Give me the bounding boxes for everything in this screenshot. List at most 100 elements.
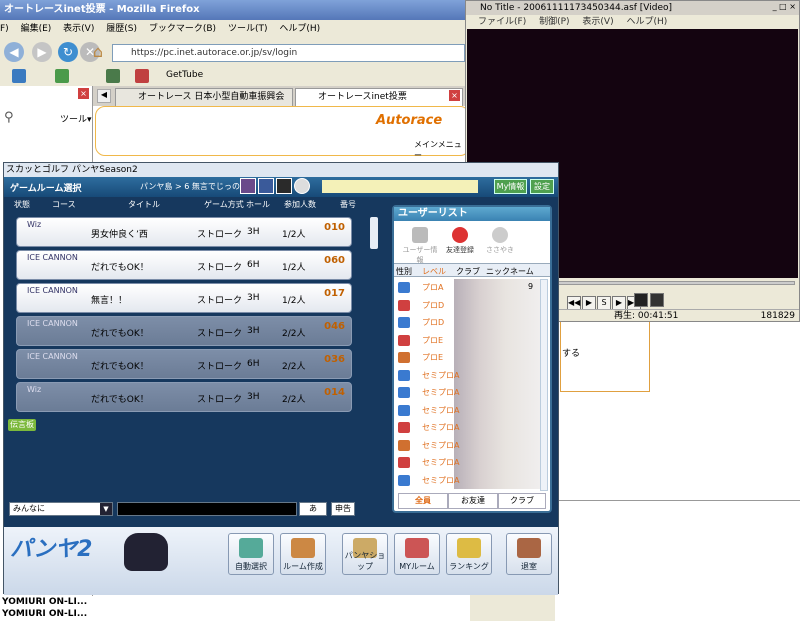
user-row[interactable]: プロA 9 <box>396 279 538 296</box>
column-nickname[interactable]: ニックネーム <box>486 266 534 277</box>
game-title-bar: スカッとゴルフ パンヤSeason2 <box>4 163 558 177</box>
header-course: コース <box>52 200 76 209</box>
search-icon[interactable]: ⚲ <box>4 110 14 125</box>
window-controls-icon[interactable]: _ □ × <box>756 2 796 14</box>
camera-icon[interactable] <box>650 293 664 307</box>
step-icon[interactable]: ▶ <box>612 296 626 310</box>
room-players: 2/2人 <box>282 329 306 339</box>
header-title: タイトル <box>128 200 160 209</box>
chat-target-value: みんなに <box>13 504 45 513</box>
ranking-button[interactable]: ランキング <box>446 533 492 575</box>
menu-history[interactable]: 履歴(S) <box>106 24 137 34</box>
club-icon[interactable] <box>276 178 292 194</box>
bookmark-icon[interactable] <box>135 69 149 83</box>
avatar-icon[interactable] <box>258 178 274 194</box>
menu-tools[interactable]: ツール(T) <box>228 24 268 34</box>
room-row[interactable]: ICE CANNON だれでもOK！ ストローク 3H 2/2人 046 <box>16 316 352 346</box>
chat-target-select[interactable]: みんなに ▼ <box>9 502 113 516</box>
video-menu-file[interactable]: ファイル(F) <box>478 17 526 27</box>
bookmark-icon[interactable] <box>12 69 26 83</box>
user-row[interactable]: プロE <box>396 332 538 349</box>
room-row[interactable]: ICE CANNON 無言！！ ストローク 3H 1/2人 017 <box>16 283 352 313</box>
gender-icon <box>398 334 410 346</box>
bookmark-icon[interactable] <box>55 69 69 83</box>
room-mode: ストローク <box>197 362 243 372</box>
user-row[interactable]: セミプロA <box>396 437 538 454</box>
url-bar[interactable]: https://pc.inet.autorace.or.jp/sv/login <box>112 44 465 62</box>
bookmark-gettube[interactable]: GetTube <box>166 70 203 80</box>
header-status: 状態 <box>14 200 30 209</box>
close-icon[interactable]: × <box>78 88 89 99</box>
column-gender[interactable]: 性別 <box>396 266 412 277</box>
bookmark-icon[interactable] <box>106 69 120 83</box>
bbs-button[interactable]: 伝言板 <box>8 419 36 431</box>
firefox-title-bar: オートレースinet投票 - Mozilla Firefox <box>0 0 470 20</box>
my-room-button[interactable]: MYルーム <box>394 533 440 575</box>
room-scrollbar[interactable] <box>370 217 378 249</box>
home-icon[interactable]: ⌂ <box>88 42 108 62</box>
firefox-menu-bar: F) 編集(E) 表示(V) 履歴(S) ブックマーク(B) ツール(T) ヘル… <box>0 20 470 38</box>
user-row[interactable]: セミプロA <box>396 419 538 436</box>
ball-icon[interactable] <box>294 178 310 194</box>
shop-button[interactable]: パンヤショップ <box>342 533 388 575</box>
user-row[interactable]: セミプロA <box>396 472 538 489</box>
room-mode: ストローク <box>197 395 243 405</box>
user-info-tool[interactable]: ユーザー情報 <box>400 225 440 264</box>
video-menu-view[interactable]: 表示(V) <box>582 17 613 27</box>
user-row[interactable]: セミプロA <box>396 402 538 419</box>
room-row[interactable]: ICE CANNON だれでもOK！ ストローク 6H 2/2人 036 <box>16 349 352 379</box>
room-number: 010 <box>324 222 345 233</box>
menu-bookmarks[interactable]: ブックマーク(B) <box>149 24 216 34</box>
user-row[interactable]: プロD <box>396 297 538 314</box>
menu-view[interactable]: 表示(V) <box>63 24 94 34</box>
video-menu-control[interactable]: 制御(P) <box>539 17 569 27</box>
user-row[interactable]: プロE <box>396 349 538 366</box>
friend-register-tool[interactable]: 友達登録 <box>440 225 480 261</box>
play-icon[interactable]: ▶ <box>582 296 596 310</box>
room-row[interactable]: ICE CANNON だれでもOK！ ストローク 6H 1/2人 060 <box>16 250 352 280</box>
auto-select-button[interactable]: 自動選択 <box>228 533 274 575</box>
status-item[interactable]: YOMIURI ON-LI... <box>2 608 93 620</box>
rewind-icon[interactable]: ◀◀ <box>567 296 581 310</box>
user-row[interactable]: セミプロA <box>396 454 538 471</box>
settings-button[interactable]: 設定 <box>530 179 554 194</box>
tab-friends[interactable]: お友達 <box>448 493 498 509</box>
user-row[interactable]: セミプロA <box>396 384 538 401</box>
column-club[interactable]: クラブ <box>456 266 480 277</box>
monitor-icon[interactable] <box>634 293 648 307</box>
tab-all-users[interactable]: 全員 <box>398 493 448 509</box>
ime-toggle[interactable]: あ <box>299 502 327 516</box>
tab-autorace-jka[interactable]: オートレース 日本小型自動車振興会 <box>115 88 293 106</box>
video-menu-help[interactable]: ヘルプ(H) <box>626 17 667 27</box>
main-menu-label[interactable]: メインメニュー <box>414 139 469 161</box>
status-item[interactable]: YOMIURI ON-LI... <box>2 596 93 608</box>
close-tab-icon[interactable]: × <box>449 90 460 101</box>
tab-list-icon[interactable]: ◀ <box>97 89 111 103</box>
create-room-button[interactable]: ルーム作成 <box>280 533 326 575</box>
sidebar-tools-menu[interactable]: ツール▾ <box>60 112 92 125</box>
column-level[interactable]: レベル <box>422 266 446 277</box>
tab-autorace-inet[interactable]: オートレースinet投票 <box>295 88 463 106</box>
room-row[interactable]: Wiz だれでもOK！ ストローク 3H 2/2人 014 <box>16 382 352 412</box>
menu-edit[interactable]: 編集(E) <box>21 24 52 34</box>
stop-button[interactable]: S <box>597 296 611 310</box>
chevron-down-icon: ▼ <box>100 503 112 515</box>
avatar-icon[interactable] <box>240 178 256 194</box>
back-icon[interactable]: ◀ <box>4 42 24 62</box>
user-row[interactable]: セミプロA <box>396 367 538 384</box>
user-scrollbar[interactable] <box>540 279 548 491</box>
chat-input[interactable] <box>117 502 297 516</box>
reload-icon[interactable]: ↻ <box>58 42 78 62</box>
user-row[interactable]: プロD <box>396 314 538 331</box>
menu-help[interactable]: ヘルプ(H) <box>279 24 320 34</box>
whisper-tool[interactable]: ささやき <box>480 225 520 261</box>
exit-button[interactable]: 退室 <box>506 533 552 575</box>
tab-club[interactable]: クラブ <box>498 493 546 509</box>
my-info-button[interactable]: My情報 <box>494 179 527 194</box>
menu-file[interactable]: F) <box>0 24 9 34</box>
video-title-bar: No Title - 20061111173450344.asf [Video] <box>466 1 799 15</box>
forward-icon[interactable]: ▶ <box>32 42 52 62</box>
user-level: プロE <box>422 353 444 362</box>
room-row[interactable]: Wiz 男女仲良く’西 ストローク 3H 1/2人 010 <box>16 217 352 247</box>
send-button[interactable]: 申告 <box>331 502 355 516</box>
